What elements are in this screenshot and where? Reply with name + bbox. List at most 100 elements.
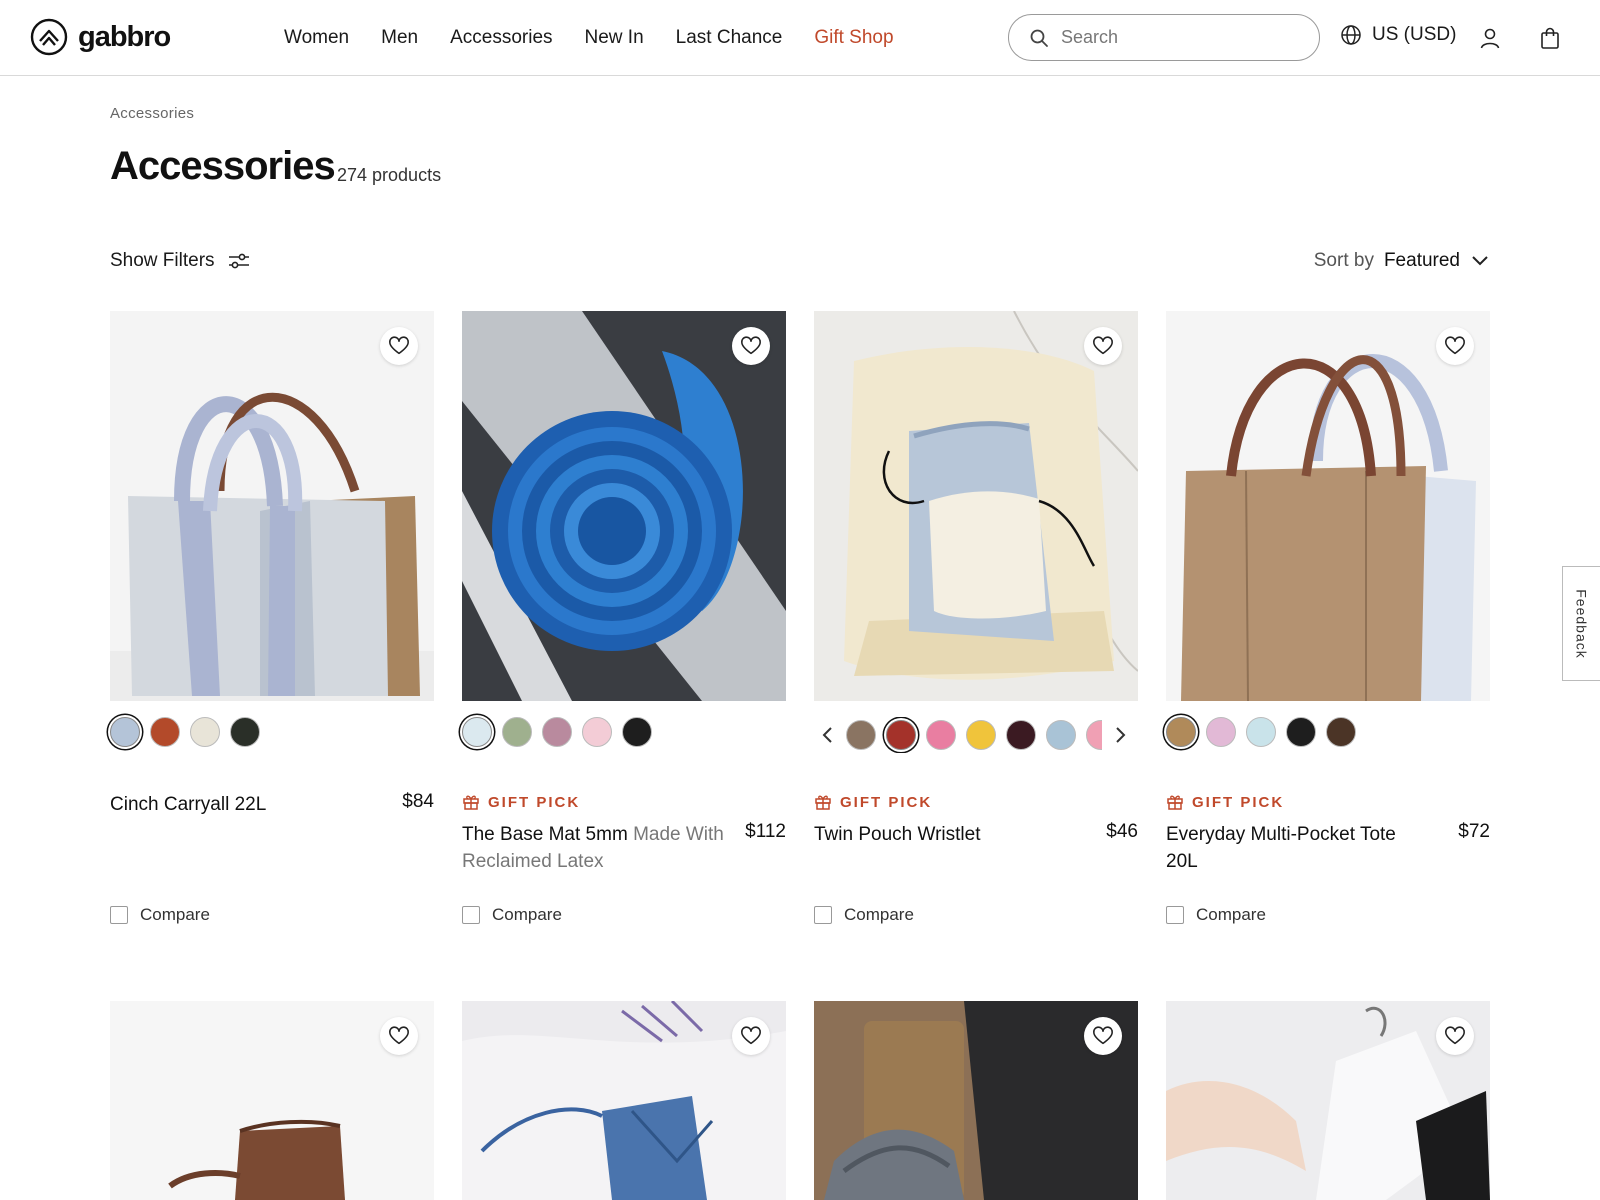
search-box[interactable] xyxy=(1008,14,1320,61)
product-title: Everyday Multi-Pocket Tote 20L xyxy=(1166,824,1396,872)
wishlist-button[interactable] xyxy=(1084,327,1122,365)
color-swatch[interactable] xyxy=(1246,717,1276,747)
nav-last-chance[interactable]: Last Chance xyxy=(676,27,783,49)
color-swatch[interactable] xyxy=(1286,717,1316,747)
product-image[interactable] xyxy=(462,311,786,701)
color-swatch[interactable] xyxy=(622,717,652,747)
product-name[interactable]: Cinch Carryall 22L xyxy=(110,791,372,818)
main-nav: Women Men Accessories New In Last Chance… xyxy=(268,0,910,76)
product-image[interactable] xyxy=(110,311,434,701)
compare-toggle[interactable]: Compare xyxy=(814,905,914,925)
shopping-bag-icon[interactable] xyxy=(1538,26,1562,50)
globe-icon xyxy=(1341,25,1361,45)
color-swatch[interactable] xyxy=(926,720,956,750)
wishlist-button[interactable] xyxy=(732,1017,770,1055)
heart-icon xyxy=(741,1026,761,1045)
product-card[interactable] xyxy=(462,1001,786,1200)
wishlist-button[interactable] xyxy=(1436,327,1474,365)
product-card[interactable]: Cinch Carryall 22L $84 Compare xyxy=(110,311,434,924)
product-price: $112 xyxy=(745,821,786,842)
color-swatch[interactable] xyxy=(230,717,260,747)
brand-name: gabbro xyxy=(78,20,171,53)
compare-toggle[interactable]: Compare xyxy=(110,905,210,925)
compare-checkbox[interactable] xyxy=(1166,906,1184,924)
gift-pick-badge: GIFT PICK xyxy=(462,793,580,811)
product-card[interactable]: GIFT PICK Everyday Multi-Pocket Tote 20L… xyxy=(1166,311,1490,924)
color-swatch[interactable] xyxy=(1166,717,1196,747)
color-swatch[interactable] xyxy=(1206,717,1236,747)
color-swatch[interactable] xyxy=(846,720,876,750)
heart-icon xyxy=(389,1026,409,1045)
wishlist-button[interactable] xyxy=(380,1017,418,1055)
product-price: $72 xyxy=(1458,821,1490,842)
product-image[interactable] xyxy=(814,311,1138,701)
compare-checkbox[interactable] xyxy=(814,906,832,924)
color-swatch[interactable] xyxy=(1006,720,1036,750)
nav-gift-shop[interactable]: Gift Shop xyxy=(814,27,893,49)
product-title: The Base Mat 5mm xyxy=(462,824,628,845)
swatch-next-button[interactable] xyxy=(1110,723,1130,747)
chevron-right-icon xyxy=(1116,727,1126,743)
product-card[interactable] xyxy=(1166,1001,1490,1200)
product-card[interactable] xyxy=(814,1001,1138,1200)
color-swatch[interactable] xyxy=(542,717,572,747)
color-swatch[interactable] xyxy=(966,720,996,750)
compare-checkbox[interactable] xyxy=(110,906,128,924)
product-card[interactable]: GIFT PICK The Base Mat 5mm Made With Rec… xyxy=(462,311,786,924)
product-image[interactable] xyxy=(1166,1001,1490,1200)
product-count: 274 products xyxy=(337,165,442,185)
locale-selector[interactable]: US (USD) xyxy=(1340,24,1456,46)
gift-pick-label: GIFT PICK xyxy=(488,793,581,811)
gift-icon xyxy=(463,795,479,810)
color-swatch[interactable] xyxy=(886,720,916,750)
show-filters-button[interactable]: Show Filters xyxy=(110,250,251,272)
compare-toggle[interactable]: Compare xyxy=(1166,905,1266,925)
wishlist-button[interactable] xyxy=(1436,1017,1474,1055)
chevron-down-icon xyxy=(1472,256,1488,266)
nav-accessories[interactable]: Accessories xyxy=(450,27,552,49)
gift-pick-badge: GIFT PICK xyxy=(1166,793,1284,811)
product-card[interactable]: GIFT PICK Twin Pouch Wristlet $46 Compar… xyxy=(814,311,1138,924)
page-title: Accessories xyxy=(110,144,336,188)
heart-icon xyxy=(1445,336,1465,355)
color-swatch[interactable] xyxy=(582,717,612,747)
color-swatch[interactable] xyxy=(1326,717,1356,747)
gift-pick-label: GIFT PICK xyxy=(840,793,933,811)
nav-men[interactable]: Men xyxy=(381,27,418,49)
breadcrumb[interactable]: Accessories xyxy=(110,105,194,122)
nav-women[interactable]: Women xyxy=(284,27,349,49)
compare-toggle[interactable]: Compare xyxy=(462,905,562,925)
product-name[interactable]: The Base Mat 5mm Made With Reclaimed Lat… xyxy=(462,821,724,875)
product-card[interactable] xyxy=(110,1001,434,1200)
sort-dropdown[interactable]: Sort by Featured xyxy=(1314,250,1490,272)
wishlist-button[interactable] xyxy=(380,327,418,365)
heart-icon xyxy=(1093,1026,1113,1045)
account-icon[interactable] xyxy=(1478,26,1502,50)
swatch-prev-button[interactable] xyxy=(818,723,838,747)
color-swatch[interactable] xyxy=(150,717,180,747)
product-price: $84 xyxy=(402,791,434,812)
product-image[interactable] xyxy=(110,1001,434,1200)
color-swatch[interactable] xyxy=(190,717,220,747)
color-swatch[interactable] xyxy=(502,717,532,747)
product-name[interactable]: Twin Pouch Wristlet xyxy=(814,821,1076,848)
product-image[interactable] xyxy=(462,1001,786,1200)
swatch-strip xyxy=(846,717,1102,753)
feedback-tab[interactable]: Feedback xyxy=(1562,566,1600,681)
compare-label: Compare xyxy=(140,905,210,924)
wishlist-button[interactable] xyxy=(732,327,770,365)
color-swatch[interactable] xyxy=(462,717,492,747)
product-image[interactable] xyxy=(1166,311,1490,701)
product-name[interactable]: Everyday Multi-Pocket Tote 20L xyxy=(1166,821,1428,875)
search-input[interactable] xyxy=(1061,27,1301,48)
nav-new-in[interactable]: New In xyxy=(585,27,644,49)
compare-checkbox[interactable] xyxy=(462,906,480,924)
wishlist-button[interactable] xyxy=(1084,1017,1122,1055)
color-swatch[interactable] xyxy=(110,717,140,747)
product-image[interactable] xyxy=(814,1001,1138,1200)
color-swatch[interactable] xyxy=(1046,720,1076,750)
color-swatch[interactable] xyxy=(1086,720,1102,750)
chevron-left-icon xyxy=(822,727,832,743)
search-icon xyxy=(1030,29,1048,47)
brand-logo[interactable]: gabbro xyxy=(30,18,171,56)
